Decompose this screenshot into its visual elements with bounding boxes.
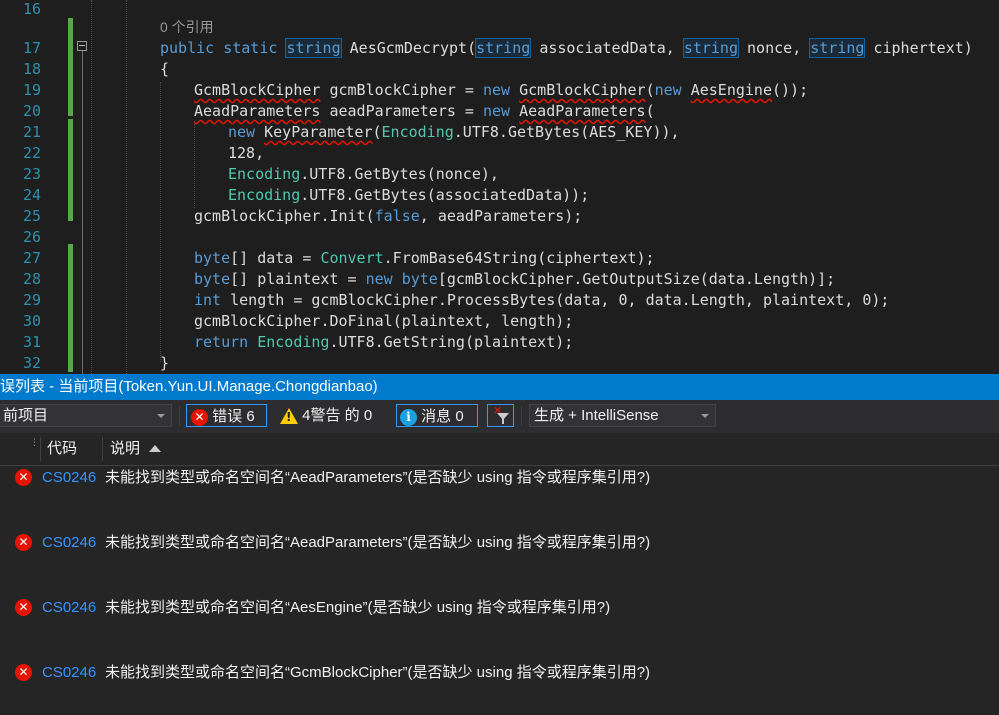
separator: [179, 406, 180, 426]
highlighted-keyword: string: [475, 38, 532, 58]
line-number: 19: [22, 81, 41, 99]
error-description: 未能找到类型或命名空间名“AeadParameters”(是否缺少 using …: [105, 469, 651, 486]
error-description: 未能找到类型或命名空间名“AeadParameters”(是否缺少 using …: [105, 534, 651, 551]
dropdown-arrow-icon: [701, 414, 709, 418]
error-squiggle: KeyParameter: [264, 123, 373, 141]
line-number: 29: [22, 291, 41, 309]
highlighted-keyword: string: [682, 38, 740, 58]
error-icon: ✕: [15, 664, 32, 681]
code-line: 19 GcmBlockCipher gcmBlockCipher = new G…: [0, 80, 999, 101]
line-number: 26: [22, 228, 41, 246]
code-editor[interactable]: 0 个引用 16 17 public static string AesGcmD…: [0, 0, 999, 374]
line-number: 22: [22, 144, 41, 162]
dropdown-arrow-icon: [157, 414, 165, 418]
error-description: 未能找到类型或命名空间名“GcmBlockCipher”(是否缺少 using …: [105, 664, 651, 681]
line-number: 21: [22, 123, 41, 141]
error-row[interactable]: ✕ CS0246 未能找到类型或命名空间名“AeadParameters”(是否…: [0, 468, 999, 488]
error-squiggle: AeadParameters: [194, 102, 321, 120]
sort-ascending-icon: [149, 445, 161, 452]
error-code-link[interactable]: CS0246: [42, 663, 96, 683]
line-number: 24: [22, 186, 41, 204]
code-line: 27 byte[] data = Convert.FromBase64Strin…: [0, 248, 999, 269]
separator: [521, 406, 522, 426]
error-icon: ✕: [15, 469, 32, 486]
error-row[interactable]: ✕ CS0246 未能找到类型或命名空间名“AesEngine”(是否缺少 us…: [0, 598, 999, 618]
line-number: 31: [22, 333, 41, 351]
code-line: 16: [0, 0, 999, 20]
code-line: 28 byte[] plaintext = new byte[gcmBlockC…: [0, 269, 999, 290]
code-line: 24 Encoding.UTF8.GetBytes(associatedData…: [0, 185, 999, 206]
line-number: 27: [22, 249, 41, 267]
line-number: 17: [22, 39, 41, 57]
line-number: 32: [22, 354, 41, 372]
error-list-header: ⋮ 代码 说明: [0, 433, 999, 466]
error-squiggle: GcmBlockCipher: [194, 81, 321, 99]
error-icon: ✕: [15, 534, 32, 551]
column-header-description[interactable]: 说明: [110, 433, 140, 465]
code-line: 25 gcmBlockCipher.Init(false, aeadParame…: [0, 206, 999, 227]
errors-filter-button[interactable]: ✕ 错误 6: [186, 404, 267, 427]
code-line: 21 new KeyParameter(Encoding.UTF8.GetByt…: [0, 122, 999, 143]
highlighted-keyword: string: [809, 38, 866, 58]
code-line: 31 return Encoding.UTF8.GetString(plaint…: [0, 332, 999, 353]
error-row[interactable]: ✕ CS0246 未能找到类型或命名空间名“GcmBlockCipher”(是否…: [0, 663, 999, 683]
error-list-toolbar: 前项目 ✕ 错误 6 4警告 的 0 i 消息 0 ✕ 生成 + Intelli…: [0, 400, 999, 433]
error-code-link[interactable]: CS0246: [42, 598, 96, 618]
code-line: 20 AeadParameters aeadParameters = new A…: [0, 101, 999, 122]
line-number: 25: [22, 207, 41, 225]
code-line: 26: [0, 227, 999, 248]
error-list-panel: 误列表 - 当前项目(Token.Yun.UI.Manage.Chongdian…: [0, 374, 999, 715]
line-number: 16: [22, 0, 41, 18]
warnings-filter-button[interactable]: 4警告 的 0: [280, 404, 386, 427]
code-line: 17 public static string AesGcmDecrypt(st…: [0, 38, 999, 59]
code-line: 32 }: [0, 353, 999, 374]
error-code-link[interactable]: CS0246: [42, 468, 96, 488]
clear-filter-button[interactable]: ✕: [487, 404, 514, 427]
error-icon: ✕: [191, 408, 208, 426]
line-number: 20: [22, 102, 41, 120]
line-number: 30: [22, 312, 41, 330]
code-line: 29 int length = gcmBlockCipher.ProcessBy…: [0, 290, 999, 311]
error-description: 未能找到类型或命名空间名“AesEngine”(是否缺少 using 指令或程序…: [105, 599, 611, 616]
error-squiggle: GcmBlockCipher: [519, 81, 646, 99]
code-line: 30 gcmBlockCipher.DoFinal(plaintext, len…: [0, 311, 999, 332]
column-options-icon[interactable]: ⋮: [30, 438, 39, 448]
error-squiggle: AeadParameters: [519, 102, 646, 120]
code-line: 22 128,: [0, 143, 999, 164]
error-squiggle: AesEngine: [690, 81, 772, 99]
error-row[interactable]: ✕ CS0246 未能找到类型或命名空间名“AeadParameters”(是否…: [0, 533, 999, 553]
scope-select[interactable]: 前项目: [0, 404, 172, 427]
error-code-link[interactable]: CS0246: [42, 533, 96, 553]
column-header-code[interactable]: 代码: [47, 433, 77, 465]
panel-title[interactable]: 误列表 - 当前项目(Token.Yun.UI.Manage.Chongdian…: [0, 374, 999, 400]
line-number: 23: [22, 165, 41, 183]
line-number: 18: [22, 60, 41, 78]
build-source-select[interactable]: 生成 + IntelliSense: [529, 404, 716, 427]
code-line: 18 {: [0, 59, 999, 80]
warning-icon: [280, 408, 298, 425]
codelens-references[interactable]: 0 个引用: [160, 18, 214, 36]
code-line: 23 Encoding.UTF8.GetBytes(nonce),: [0, 164, 999, 185]
highlighted-keyword: string: [285, 38, 342, 58]
messages-filter-button[interactable]: i 消息 0: [396, 404, 478, 427]
method-signature: public static string AesGcmDecrypt(strin…: [160, 38, 973, 58]
info-icon: i: [400, 408, 417, 426]
line-number: 28: [22, 270, 41, 288]
error-icon: ✕: [15, 599, 32, 616]
